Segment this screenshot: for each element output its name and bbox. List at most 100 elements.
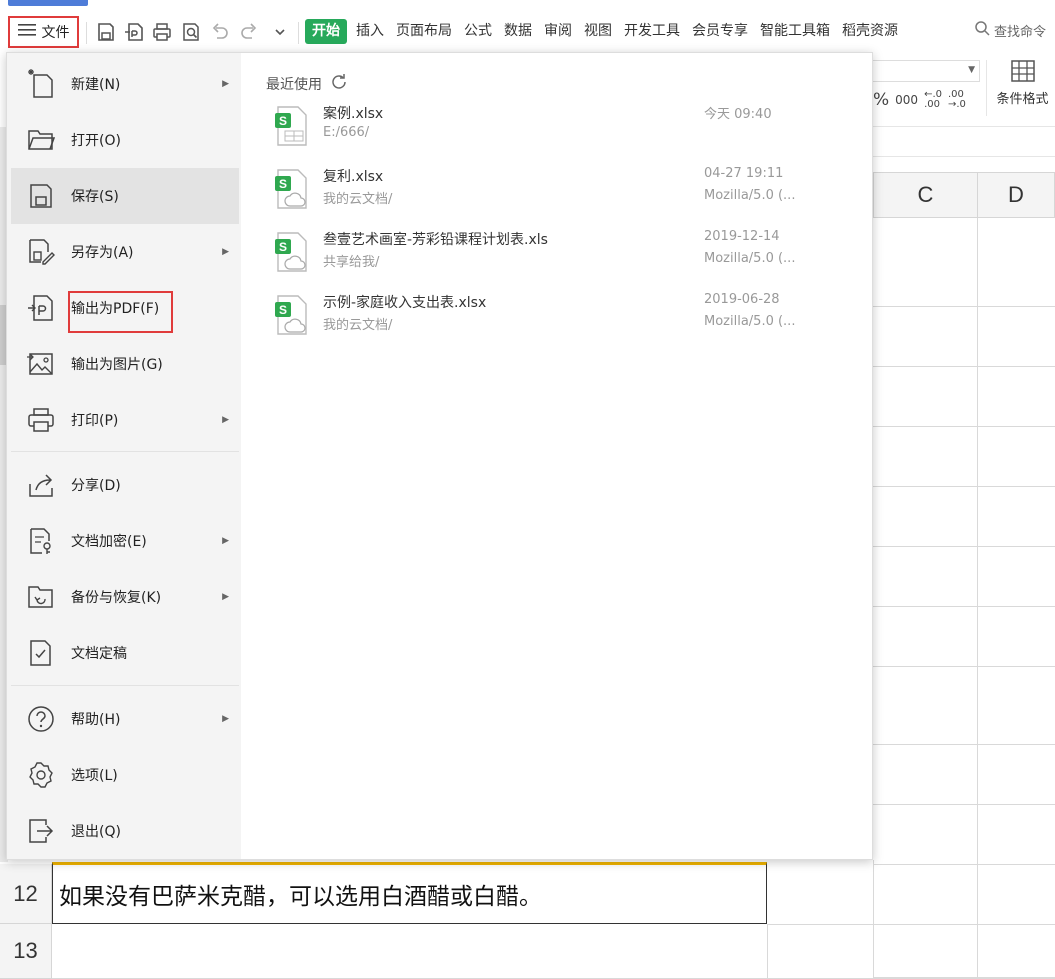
- menu-item-exit[interactable]: 退出(Q): [11, 803, 239, 859]
- recent-file-item[interactable]: S 示例-家庭收入支出表.xlsx 我的云文档/ 2019-06-28 Mozi…: [267, 292, 827, 348]
- grid-line: [767, 924, 768, 979]
- conditional-format-button[interactable]: 条件格式: [990, 60, 1055, 107]
- recent-file-path: 我的云文档/: [323, 318, 393, 333]
- tab-smart-toolbox[interactable]: 智能工具箱: [754, 19, 836, 44]
- recent-file-path: 我的云文档/: [323, 192, 393, 207]
- toolbar-divider: [86, 22, 87, 44]
- search-icon: [974, 20, 990, 40]
- search-label: 查找命令: [994, 24, 1047, 40]
- refresh-icon[interactable]: [330, 73, 348, 95]
- grid-line: [873, 744, 1055, 745]
- cloud-spreadsheet-file-icon: S: [274, 231, 310, 273]
- grid-line: [873, 546, 1055, 547]
- recent-file-item[interactable]: S 复利.xlsx 我的云文档/ 04-27 19:11 Mozilla/5.0…: [267, 166, 827, 222]
- recent-files-header: 最近使用: [266, 73, 348, 95]
- recent-file-item[interactable]: S 案例.xlsx E:/666/ 今天 09:40: [267, 103, 827, 159]
- column-header-c[interactable]: C: [873, 172, 978, 218]
- recent-file-name: 叁壹艺术画室-芳彩铅课程计划表.xls: [323, 232, 548, 248]
- menu-item-label: 打开(O): [71, 133, 121, 149]
- conditional-format-label: 条件格式: [996, 92, 1049, 107]
- menu-item-label: 文档加密(E): [71, 534, 147, 550]
- chevron-right-icon: ▶: [222, 714, 229, 724]
- command-search[interactable]: 查找命令: [974, 20, 1046, 40]
- number-format-select[interactable]: ▼: [873, 60, 980, 82]
- tab-insert[interactable]: 插入: [350, 19, 390, 44]
- menu-item-share[interactable]: 分享(D): [11, 457, 239, 513]
- grid-line: [873, 306, 1055, 307]
- tab-developer[interactable]: 开发工具: [618, 19, 686, 44]
- tab-formulas[interactable]: 公式: [458, 19, 498, 44]
- image-export-icon: [25, 348, 57, 380]
- menu-item-export-image[interactable]: 输出为图片(G): [11, 336, 239, 392]
- cell-grid[interactable]: [873, 218, 1055, 979]
- grid-line: [873, 426, 1055, 427]
- tab-member[interactable]: 会员专享: [686, 19, 754, 44]
- backup-icon: [25, 581, 57, 613]
- recent-file-device: Mozilla/5.0 (...: [704, 251, 796, 266]
- row-header-13[interactable]: 13: [0, 924, 52, 979]
- menu-item-label: 输出为图片(G): [71, 357, 163, 373]
- file-menu-label: 文件: [41, 25, 70, 41]
- ribbon-tabs: 插入 页面布局 公式 数据 审阅 视图 开发工具 会员专享 智能工具箱 稻壳资源: [350, 19, 904, 44]
- quick-save-as-button[interactable]: [122, 20, 146, 44]
- row-header-12[interactable]: 12: [0, 864, 52, 924]
- svg-text:S: S: [279, 303, 287, 317]
- spreadsheet-file-icon: S: [274, 105, 310, 147]
- menu-item-open[interactable]: 打开(O): [11, 112, 239, 168]
- tab-view[interactable]: 视图: [578, 19, 618, 44]
- cloud-spreadsheet-file-icon: S: [274, 294, 310, 336]
- formula-bar[interactable]: [873, 127, 1055, 157]
- grid-line: [873, 486, 1055, 487]
- main-toolbar: 文件 开始 插入 页面布局 公式 数据 审阅 视图 开发工具 会员专享 智能工具…: [0, 6, 1055, 58]
- tab-page-layout[interactable]: 页面布局: [390, 19, 458, 44]
- grid-line: [873, 366, 1055, 367]
- redo-button[interactable]: [237, 20, 261, 44]
- print-icon: [25, 404, 57, 436]
- undo-button[interactable]: [208, 20, 232, 44]
- recent-file-item[interactable]: S 叁壹艺术画室-芳彩铅课程计划表.xls 共享给我/ 2019-12-14 M…: [267, 229, 827, 285]
- menu-item-options[interactable]: 选项(L): [11, 747, 239, 803]
- wps-spreadsheet-window: 文件 开始 插入 页面布局 公式 数据 审阅 视图 开发工具 会员专享 智能工具…: [0, 0, 1055, 979]
- menu-item-label: 文档定稿: [71, 646, 127, 662]
- thousands-format-button[interactable]: 000: [895, 93, 918, 107]
- quick-print-button[interactable]: [150, 20, 174, 44]
- toolbar-divider: [298, 22, 299, 44]
- menu-item-new[interactable]: 新建(N) ▶: [11, 56, 239, 112]
- tab-docer-resources[interactable]: 稻壳资源: [836, 19, 904, 44]
- menu-item-save-as[interactable]: 另存为(A) ▶: [11, 224, 239, 280]
- column-header-d[interactable]: D: [977, 172, 1055, 218]
- recent-file-device: Mozilla/5.0 (...: [704, 314, 796, 329]
- quick-preview-button[interactable]: [179, 20, 203, 44]
- grid-line: [873, 666, 1055, 667]
- grid-line: [873, 606, 1055, 607]
- chevron-down-icon: ▼: [968, 65, 975, 75]
- menu-item-label: 备份与恢复(K): [71, 590, 162, 606]
- menu-item-help[interactable]: 帮助(H) ▶: [11, 691, 239, 747]
- menu-item-backup[interactable]: 备份与恢复(K) ▶: [11, 569, 239, 625]
- active-cell[interactable]: 如果没有巴萨米克醋，可以选用白酒醋或白醋。: [52, 862, 767, 924]
- menu-item-encrypt[interactable]: 文档加密(E) ▶: [11, 513, 239, 569]
- grid-line: [873, 804, 1055, 805]
- ribbon-divider: [986, 60, 987, 116]
- increase-decimal-button[interactable]: ←.0 .00: [924, 90, 942, 110]
- recent-file-time: 04-27 19:11: [704, 166, 784, 181]
- finalize-icon: [25, 637, 57, 669]
- file-menu-button[interactable]: 文件: [8, 16, 79, 48]
- tab-review[interactable]: 审阅: [538, 19, 578, 44]
- recent-file-name: 示例-家庭收入支出表.xlsx: [323, 295, 487, 311]
- recent-file-path: 共享给我/: [323, 255, 380, 270]
- file-menu-commands: 新建(N) ▶ 打开(O) 保存(S) 另存为(A) ▶ 输出为PDF(F) 输…: [7, 53, 241, 859]
- decrease-decimal-button[interactable]: .00 →.0: [948, 90, 966, 110]
- tab-data[interactable]: 数据: [498, 19, 538, 44]
- customize-toolbar-button[interactable]: [268, 20, 292, 44]
- percent-format-button[interactable]: %: [873, 90, 889, 110]
- menu-item-print[interactable]: 打印(P) ▶: [11, 392, 239, 448]
- exit-icon: [25, 815, 57, 847]
- grid-line: [873, 864, 1055, 865]
- menu-item-finalize[interactable]: 文档定稿: [11, 625, 239, 681]
- grid-line: [767, 924, 1055, 925]
- menu-item-label: 选项(L): [71, 768, 118, 784]
- tab-start[interactable]: 开始: [305, 19, 347, 44]
- menu-item-save[interactable]: 保存(S): [11, 168, 239, 224]
- quick-save-button[interactable]: [94, 20, 118, 44]
